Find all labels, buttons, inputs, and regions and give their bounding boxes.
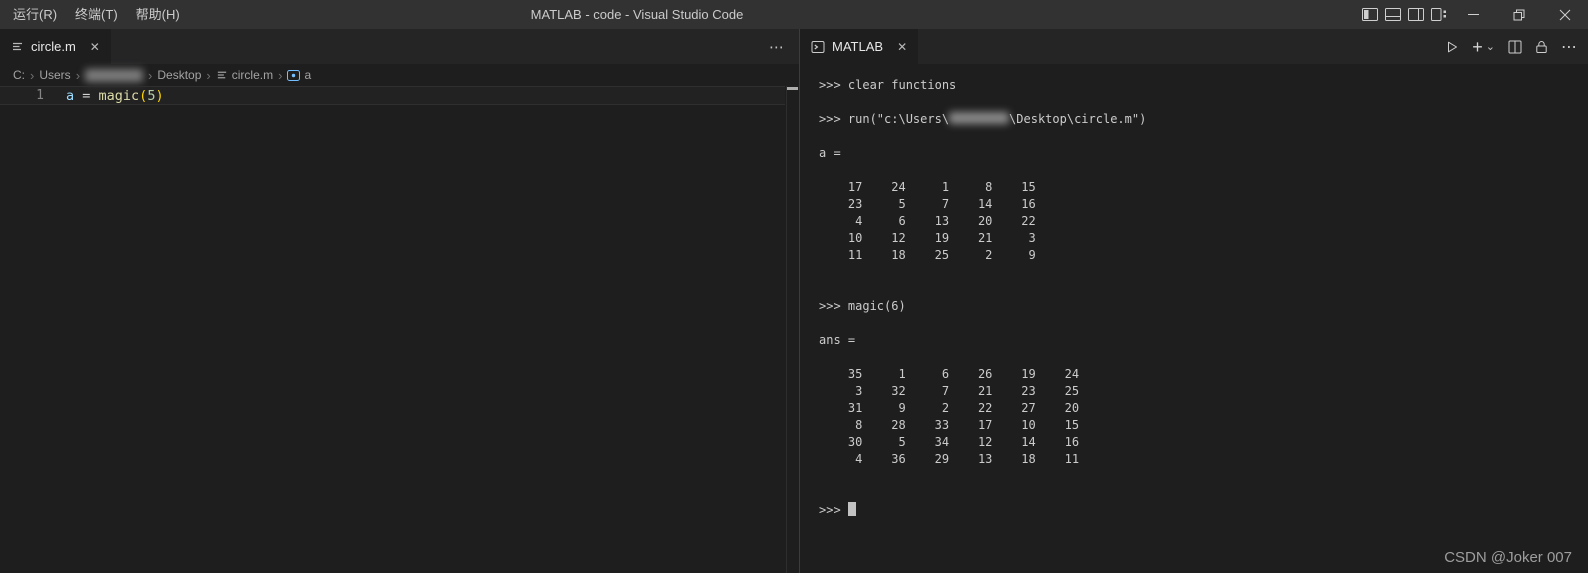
breadcrumb-users[interactable]: Users (39, 68, 70, 82)
editor-group-left: circle.m ✕ ⋯ C: › Users › › Desktop › (0, 29, 799, 573)
terminal-line: >>> magic(6) (819, 298, 1588, 315)
breadcrumb-desktop[interactable]: Desktop (157, 68, 201, 82)
terminal-editor-group: MATLAB ✕ + ⌄ (800, 29, 1588, 573)
terminal-line: >>> (819, 502, 1588, 519)
matlab-file-icon (11, 40, 24, 53)
breadcrumb-file-label: circle.m (232, 68, 273, 82)
terminal-line: 10 12 19 21 3 (819, 230, 1588, 247)
terminal-line (819, 281, 1588, 298)
chevron-down-icon[interactable]: ⌄ (1486, 40, 1495, 53)
terminal-line: >>> run("c:\Users\\Desktop\circle.m") (819, 111, 1588, 128)
chevron-right-icon: › (276, 68, 284, 83)
split-editor-icon[interactable] (1508, 40, 1522, 54)
chevron-right-icon: › (204, 68, 212, 83)
window-title: MATLAB - code - Visual Studio Code (531, 0, 744, 29)
menu-terminal[interactable]: 终端(T) (66, 0, 127, 29)
terminal-cursor (848, 502, 856, 516)
new-terminal-button[interactable]: + ⌄ (1472, 38, 1495, 56)
workbench: circle.m ✕ ⋯ C: › Users › › Desktop › (0, 29, 1588, 573)
csdn-watermark: CSDN @Joker 007 (1444, 549, 1572, 566)
toggle-panel-icon[interactable] (1381, 0, 1404, 29)
terminal-line: 30 5 34 12 14 16 (819, 434, 1588, 451)
terminal-line (819, 128, 1588, 145)
terminal-line (819, 315, 1588, 332)
tab-close-icon[interactable]: ✕ (897, 41, 907, 53)
code-text: a = magic(5) (66, 88, 164, 104)
terminal-line (819, 94, 1588, 111)
run-file-icon[interactable] (1445, 40, 1459, 54)
menubar: 运行(R) 终端(T) 帮助(H) (0, 0, 189, 29)
redacted-username-blur (949, 112, 1009, 124)
tab-close-icon[interactable]: ✕ (90, 41, 100, 53)
symbol-variable-icon (287, 70, 300, 81)
redacted-username-blur (85, 69, 143, 82)
toggle-primary-sidebar-icon[interactable] (1358, 0, 1381, 29)
chevron-right-icon: › (74, 68, 82, 83)
terminal-icon (811, 40, 825, 54)
terminal-line (819, 264, 1588, 281)
customize-layout-icon[interactable] (1427, 0, 1450, 29)
breadcrumb: C: › Users › › Desktop › circle.m › (0, 64, 799, 86)
breadcrumb-file[interactable]: circle.m (216, 68, 273, 82)
more-actions-icon[interactable]: ⋯ (1561, 37, 1578, 57)
plus-icon: + (1472, 38, 1483, 56)
breadcrumb-symbol-label: a (304, 68, 311, 82)
terminal-output[interactable]: >>> clear functions >>> run("c:\Users\\D… (800, 64, 1588, 519)
terminal-line: 3 32 7 21 23 25 (819, 383, 1588, 400)
terminal-line (819, 468, 1588, 485)
terminal-line: 23 5 7 14 16 (819, 196, 1588, 213)
chevron-right-icon: › (146, 68, 154, 83)
terminal-line: 17 24 1 8 15 (819, 179, 1588, 196)
terminal-line: 11 18 25 2 9 (819, 247, 1588, 264)
terminal-line: 4 36 29 13 18 11 (819, 451, 1588, 468)
terminal-line (819, 162, 1588, 179)
terminal-line: a = (819, 145, 1588, 162)
restore-button[interactable] (1496, 0, 1542, 29)
editor-more-actions-icon[interactable]: ⋯ (769, 29, 785, 64)
terminal-line: 35 1 6 26 19 24 (819, 366, 1588, 383)
terminal-line (819, 485, 1588, 502)
menu-help[interactable]: 帮助(H) (127, 0, 189, 29)
editor-scrollbar[interactable] (786, 86, 799, 573)
terminal-line: 8 28 33 17 10 15 (819, 417, 1588, 434)
window-controls (1358, 0, 1588, 29)
code-editor[interactable]: 1 a = magic(5) (0, 86, 799, 573)
tab-label: MATLAB (832, 39, 883, 54)
terminal-line: ans = (819, 332, 1588, 349)
terminal-line (819, 349, 1588, 366)
terminal-line: 4 6 13 20 22 (819, 213, 1588, 230)
line-number: 1 (0, 88, 44, 103)
menu-run[interactable]: 运行(R) (4, 0, 66, 29)
titlebar: 运行(R) 终端(T) 帮助(H) MATLAB - code - Visual… (0, 0, 1588, 29)
toggle-secondary-sidebar-icon[interactable] (1404, 0, 1427, 29)
terminal-line: >>> clear functions (819, 77, 1588, 94)
terminal-tabbar: MATLAB ✕ + ⌄ (800, 29, 1588, 64)
chevron-right-icon: › (28, 68, 36, 83)
terminal-actions: + ⌄ ⋯ (1445, 29, 1578, 64)
tab-label: circle.m (31, 39, 76, 54)
cursor-overview-mark (787, 87, 798, 90)
close-window-button[interactable] (1542, 0, 1588, 29)
vscode-window: 运行(R) 终端(T) 帮助(H) MATLAB - code - Visual… (0, 0, 1588, 573)
tab-circle-m[interactable]: circle.m ✕ (0, 29, 112, 64)
breadcrumb-drive[interactable]: C: (13, 68, 25, 82)
code-line-1: 1 a = magic(5) (0, 86, 799, 105)
matlab-file-icon (216, 69, 228, 81)
editor-tabbar: circle.m ✕ ⋯ (0, 29, 799, 64)
terminal-line: 31 9 2 22 27 20 (819, 400, 1588, 417)
lock-icon[interactable] (1535, 40, 1548, 54)
breadcrumb-symbol-a[interactable]: a (287, 68, 311, 82)
minimize-button[interactable] (1450, 0, 1496, 29)
tab-matlab-terminal[interactable]: MATLAB ✕ (800, 29, 919, 64)
